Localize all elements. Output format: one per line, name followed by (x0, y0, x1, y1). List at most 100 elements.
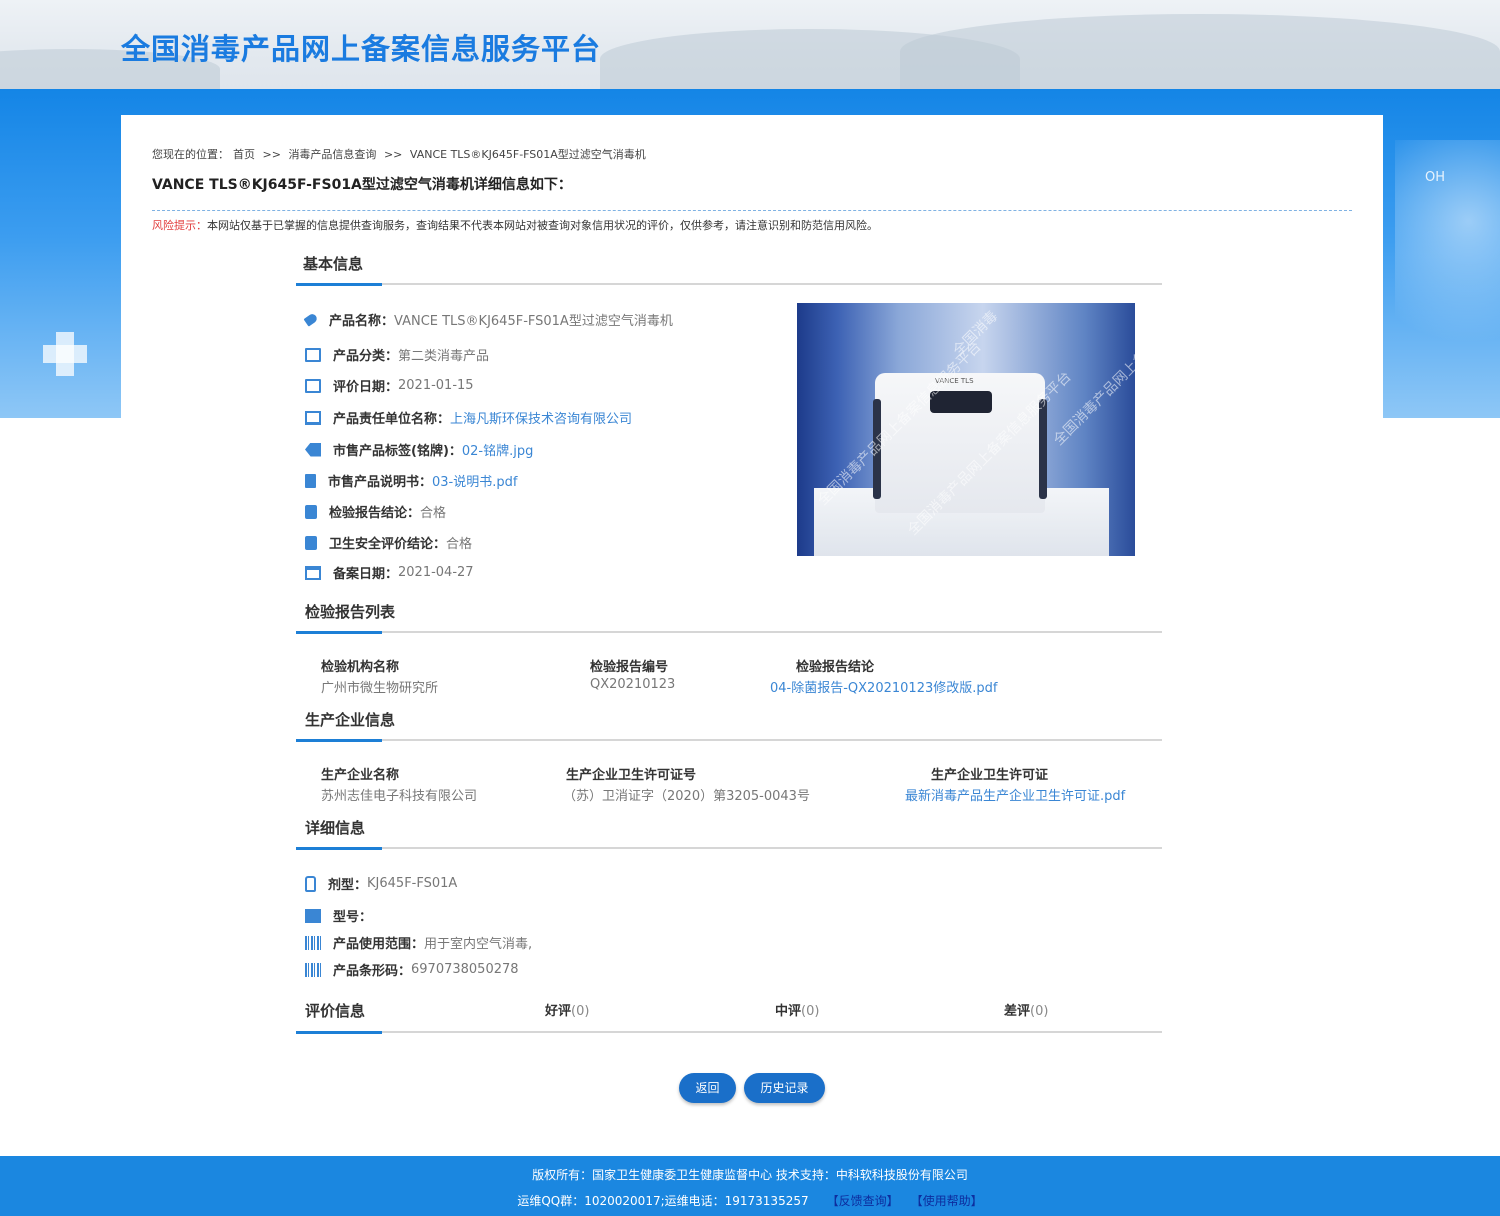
eval-label: 好评 (545, 1004, 572, 1019)
back-button[interactable]: 返回 (679, 1073, 736, 1103)
help-link[interactable]: 【使用帮助】 (917, 1194, 983, 1208)
section-title-evaluation: 评价信息 (305, 1002, 366, 1020)
site-title: 全国消毒产品网上备案信息服务平台 (121, 32, 602, 66)
site-footer: 版权所有：国家卫生健康委卫生健康监督中心 技术支持：中科软科技股份有限公司 运维… (0, 1156, 1500, 1216)
barcode-icon (305, 962, 321, 977)
tag-icon (303, 312, 319, 327)
report-number: QX20210123 (590, 677, 676, 692)
detail-model: 型号： (305, 906, 372, 925)
info-manual: 市售产品说明书： 03-说明书.pdf (305, 471, 517, 490)
info-value: 2021-01-15 (398, 378, 474, 393)
eval-label: 中评 (775, 1004, 802, 1019)
breadcrumb-query[interactable]: 消毒产品信息查询 (288, 148, 376, 161)
section-divider (296, 283, 1162, 286)
feedback-link[interactable]: 【反馈查询】 (827, 1194, 899, 1208)
info-label: 产品使用范围： (333, 937, 425, 952)
info-label: 卫生安全评价结论： (329, 537, 447, 552)
detail-heading: VANCE TLS®KJ645F-FS01A型过滤空气消毒机详细信息如下： (152, 177, 572, 193)
info-category: 产品分类： 第二类消毒产品 (305, 345, 489, 364)
info-label: 市售产品说明书： (328, 475, 433, 490)
section-divider (296, 739, 1162, 742)
license-file-link[interactable]: 最新消毒产品生产企业卫生许可证.pdf (905, 785, 1125, 804)
breadcrumb-separator: >> (262, 148, 281, 161)
breadcrumb-prefix: 您现在的位置： (152, 148, 229, 161)
history-button[interactable]: 历史记录 (744, 1073, 825, 1103)
info-label: 型号： (333, 910, 373, 925)
manufacturer-license-no: （苏）卫消证字（2020）第3205-0043号 (563, 789, 810, 804)
detail-scope: 产品使用范围： 用于室内空气消毒, (305, 933, 532, 952)
product-photo[interactable]: VANCE TLS 全国消毒产品网上备案信息服务平台 全国消毒产品网上备案信息服… (797, 303, 1135, 556)
risk-text: 本网站仅基于已掌握的信息提供查询服务，查询结果不代表本网站对被查询对象信用状况的… (207, 219, 878, 232)
eval-count: (0) (801, 1004, 820, 1019)
section-title-details: 详细信息 (305, 819, 366, 837)
eval-good[interactable]: 好评(0) (545, 1000, 589, 1019)
manufacturer-header-license: 生产企业卫生许可证 (931, 768, 1049, 783)
manufacturer-header-license-no: 生产企业卫生许可证号 (566, 768, 697, 783)
section-title-basic: 基本信息 (303, 255, 364, 273)
info-label: 评价日期： (333, 380, 399, 395)
medical-cross-icon-bar (43, 345, 87, 363)
section-title-reports: 检验报告列表 (305, 603, 396, 621)
section-divider (296, 1031, 1162, 1034)
info-eval-date: 评价日期： 2021-01-15 (305, 376, 474, 395)
section-divider (296, 847, 1162, 850)
info-value: 2021-04-27 (398, 565, 474, 580)
manufacturer-name: 苏州志佳电子科技有限公司 (321, 789, 478, 804)
risk-label: 风险提示： (152, 219, 207, 232)
model-image-icon (305, 908, 321, 923)
info-value: 第二类消毒产品 (398, 349, 490, 364)
report-file-link[interactable]: 04-除菌报告-QX20210123修改版.pdf (770, 677, 997, 696)
report-header-number: 检验报告编号 (590, 660, 669, 675)
info-value: 6970738050278 (411, 962, 519, 977)
eval-count: (0) (1030, 1004, 1049, 1019)
section-title-manufacturer: 生产企业信息 (305, 711, 396, 729)
section-divider (296, 631, 1162, 634)
category-card-icon (305, 347, 321, 362)
info-label: 检验报告结论： (329, 506, 421, 521)
section-accent (296, 283, 382, 286)
breadcrumb-home[interactable]: 首页 (233, 148, 255, 161)
detail-barcode: 产品条形码： 6970738050278 (305, 960, 519, 979)
eval-count: (0) (571, 1004, 590, 1019)
section-accent (296, 631, 382, 634)
site-header: 全国消毒产品网上备案信息服务平台 (0, 0, 1500, 89)
info-label: 产品责任单位名称： (333, 412, 451, 427)
safety-document-icon (305, 535, 317, 550)
manual-file-link[interactable]: 03-说明书.pdf (432, 471, 517, 490)
manufacturer-header-name: 生产企业名称 (321, 768, 400, 783)
footer-contact-line: 运维QQ群：1020020017;运维电话：19173135257 【反馈查询】 【… (0, 1192, 1500, 1209)
report-header-conclusion: 检验报告结论 (796, 660, 875, 675)
report-document-icon (305, 504, 317, 519)
breadcrumb: 您现在的位置： 首页 >> 消毒产品信息查询 >> VANCE TLS®KJ645… (152, 146, 650, 162)
info-label: 备案日期： (333, 567, 399, 582)
info-company: 产品责任单位名称： 上海凡斯环保技术咨询有限公司 (305, 408, 632, 427)
nameplate-file-link[interactable]: 02-铭牌.jpg (462, 440, 533, 459)
building-icon (305, 410, 321, 425)
info-label: 剂型： (328, 878, 368, 893)
info-inspection: 检验报告结论： 合格 (305, 502, 446, 521)
eval-bad[interactable]: 差评(0) (1004, 1000, 1048, 1019)
info-label: 产品条形码： (333, 964, 412, 979)
bottle-icon (305, 875, 316, 892)
dashed-divider (152, 210, 1352, 211)
section-accent (296, 739, 382, 742)
date-card-icon (305, 378, 321, 393)
risk-warning: 风险提示：本网站仅基于已掌握的信息提供查询服务，查询结果不代表本网站对被查询对象… (152, 217, 878, 233)
company-link[interactable]: 上海凡斯环保技术咨询有限公司 (450, 408, 632, 427)
info-value: 用于室内空气消毒, (424, 937, 533, 952)
info-value: 合格 (446, 537, 473, 552)
info-record-date: 备案日期： 2021-04-27 (305, 563, 474, 582)
breadcrumb-separator: >> (383, 148, 403, 161)
info-nameplate: 市售产品标签(铭牌)： 02-铭牌.jpg (305, 440, 533, 459)
manual-book-icon (305, 473, 316, 488)
info-product-name: 产品名称： VANCE TLS®KJ645F-FS01A型过滤空气消毒机 (303, 310, 673, 329)
breadcrumb-current: VANCE TLS®KJ645F-FS01A型过滤空气消毒机 (409, 148, 646, 161)
info-label: 市售产品标签(铭牌)： (333, 444, 462, 459)
calendar-icon (305, 565, 321, 580)
info-label: 产品名称： (329, 314, 395, 329)
eval-medium[interactable]: 中评(0) (775, 1000, 819, 1019)
footer-contact: 运维QQ群：1020020017;运维电话：19173135257 (517, 1194, 809, 1208)
info-value: VANCE TLS®KJ645F-FS01A型过滤空气消毒机 (394, 314, 673, 329)
section-accent (296, 847, 382, 850)
report-agency: 广州市微生物研究所 (321, 681, 439, 696)
